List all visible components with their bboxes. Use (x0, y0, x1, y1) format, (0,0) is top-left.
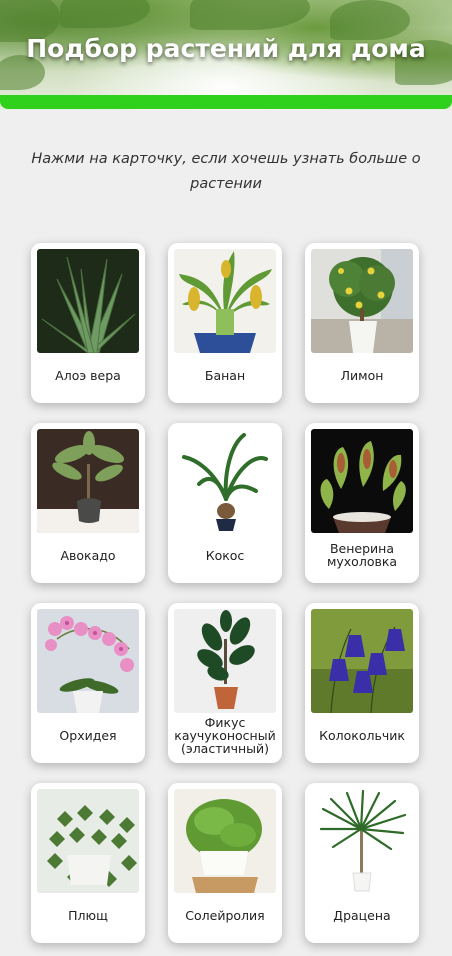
plant-card-label: Колокольчик (319, 727, 405, 743)
plant-card-ficus[interactable]: Фикус каучуконосный (эластичный) (168, 603, 282, 763)
plant-card-venus-flytrap[interactable]: Венерина мухоловка (305, 423, 419, 583)
plant-card-label: Плющ (68, 907, 108, 923)
ivy-leaf-decoration (60, 0, 150, 28)
page-title: Подбор растений для дома (26, 34, 426, 63)
coconut-palm-photo (174, 429, 276, 533)
plant-card-grid: Алоэ вера Банан Лимон Авокадо Кокос Вене… (31, 243, 419, 943)
plant-card-label: Драцена (333, 907, 391, 923)
venus-flytrap-photo (311, 429, 413, 533)
plant-card-label: Алоэ вера (55, 367, 121, 383)
plant-card-label: Авокадо (60, 547, 116, 563)
bellflower-photo (311, 609, 413, 713)
plant-card-lemon[interactable]: Лимон (305, 243, 419, 403)
plant-card-aloe-vera[interactable]: Алоэ вера (31, 243, 145, 403)
plant-card-dracaena[interactable]: Драцена (305, 783, 419, 943)
plant-card-label: Фикус каучуконосный (эластичный) (174, 714, 276, 756)
plant-card-bellflower[interactable]: Колокольчик (305, 603, 419, 763)
plant-card-label: Лимон (340, 367, 384, 383)
orchid-photo (37, 609, 139, 713)
plant-card-label: Кокос (205, 547, 245, 563)
plant-card-label: Венерина мухоловка (326, 541, 398, 569)
aloe-vera-photo (37, 249, 139, 353)
ivy-leaf-decoration (190, 0, 310, 30)
plant-card-banana[interactable]: Банан (168, 243, 282, 403)
plant-card-coconut[interactable]: Кокос (168, 423, 282, 583)
header-banner: Подбор растений для дома (0, 0, 452, 110)
banana-plant-photo (174, 249, 276, 353)
dracaena-photo (311, 789, 413, 893)
plant-card-label: Орхидея (59, 727, 117, 743)
plant-card-avocado[interactable]: Авокадо (31, 423, 145, 583)
header-accent-bar (0, 95, 452, 109)
plant-card-label: Солейролия (185, 907, 265, 923)
plant-card-ivy[interactable]: Плющ (31, 783, 145, 943)
lemon-tree-photo (311, 249, 413, 353)
plant-card-soleirolia[interactable]: Солейролия (168, 783, 282, 943)
ivy-photo (37, 789, 139, 893)
avocado-plant-photo (37, 429, 139, 533)
plant-card-orchid[interactable]: Орхидея (31, 603, 145, 763)
ficus-elastica-photo (174, 609, 276, 713)
instruction-text: Нажми на карточку, если хочешь узнать бо… (31, 151, 421, 192)
plant-card-label: Банан (204, 367, 246, 383)
soleirolia-photo (174, 789, 276, 893)
